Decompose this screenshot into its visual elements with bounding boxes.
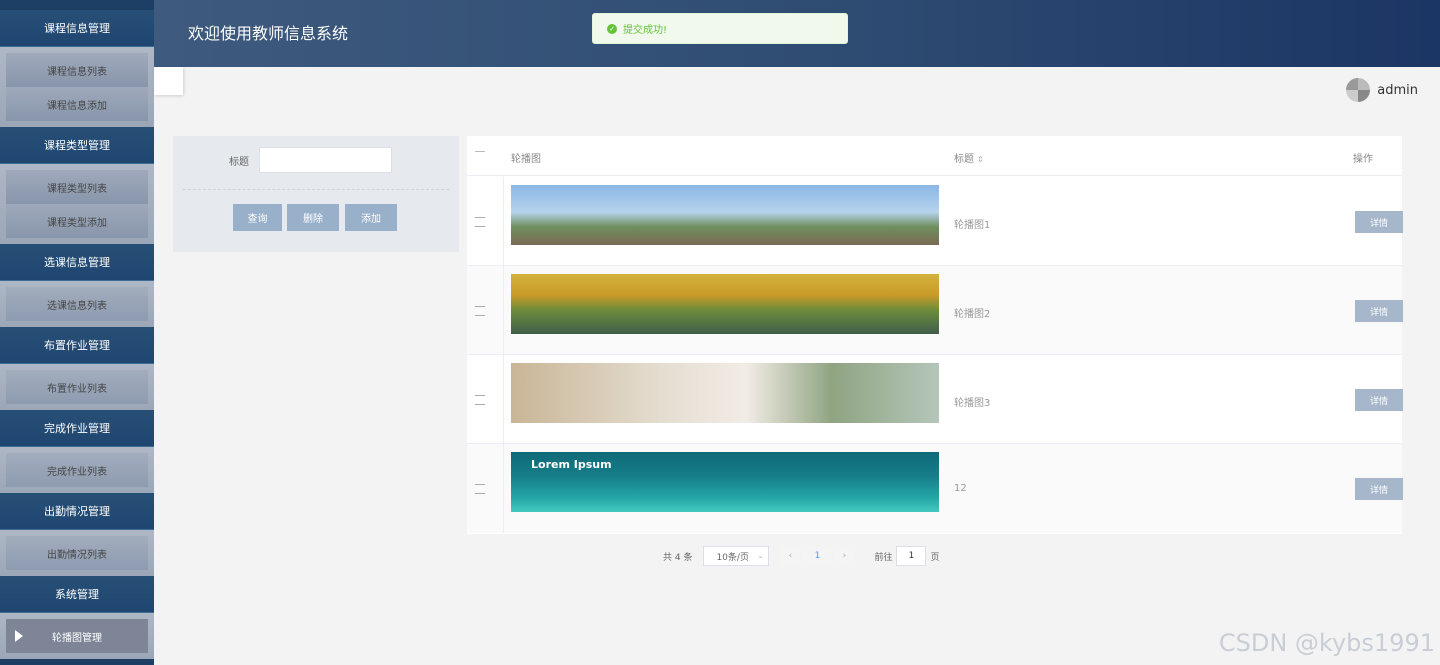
menu-header-homework-done[interactable]: 完成作业管理 [0,410,154,447]
page-size-value: 10条/页 [716,552,749,563]
menu-group-attendance: 出勤情况管理 出勤情况列表 [0,493,154,576]
sidebar-item-course-type-add[interactable]: 课程类型添加 [6,204,148,238]
table-row: 轮播图3 详情 [467,355,1403,444]
row-title: 轮播图3 [954,398,991,409]
total-count: 共 4 条 [663,552,693,563]
menu-group-course-info: 课程信息管理 课程信息列表 课程信息添加 [0,10,154,127]
menu-group-selection: 选课信息管理 选课信息列表 [0,244,154,327]
avatar [1346,78,1371,102]
active-arrow-icon [15,630,23,642]
row-check-cell [467,355,504,444]
add-button[interactable]: 添加 [345,204,397,231]
row-checkbox[interactable] [475,306,485,316]
query-button[interactable]: 查询 [233,204,282,231]
prev-page-button[interactable]: ‹ [780,546,801,566]
menu-group-system: 系统管理 轮播图管理 [0,576,154,659]
pagination: 共 4 条 10条/页 ⌄ ‹ 1 › 前往 1 页 [663,546,939,566]
banner-image [511,363,939,423]
collapse-corner[interactable] [154,67,183,95]
menu-header-course-type[interactable]: 课程类型管理 [0,127,154,164]
menu-group-course-type: 课程类型管理 课程类型列表 课程类型添加 [0,127,154,244]
username: admin [1377,82,1418,98]
submenu-course-info: 课程信息列表 课程信息添加 [0,47,154,127]
search-panel: 标题 查询 删除 添加 [173,136,459,252]
column-header-title[interactable]: 标题 ⇕ [954,150,984,165]
submenu-homework-done: 完成作业列表 [0,447,154,493]
sidebar-menu: 课程信息管理 课程信息列表 课程信息添加 课程类型管理 课程类型列表 课程类型添… [0,10,154,659]
column-header-title-label: 标题 [954,154,974,165]
banner-image [511,185,939,245]
table-row: 轮播图1 详情 [467,177,1403,266]
row-title: 轮播图1 [954,220,991,231]
submenu-attendance: 出勤情况列表 [0,530,154,576]
select-all-checkbox[interactable] [475,151,485,152]
sort-icon[interactable]: ⇕ [977,155,984,164]
detail-button[interactable]: 详情 [1355,389,1403,411]
submenu-homework-assign: 布置作业列表 [0,364,154,410]
column-header-action: 操作 [1353,154,1373,165]
sidebar: 课程信息管理 课程信息列表 课程信息添加 课程类型管理 课程类型列表 课程类型添… [0,0,154,665]
detail-button[interactable]: 详情 [1355,300,1403,322]
table-header: 轮播图 标题 ⇕ 操作 [467,136,1402,176]
watermark: CSDN @kybs1991 [1218,629,1435,657]
success-toast: ✓ 提交成功! [592,13,848,44]
menu-header-homework-assign[interactable]: 布置作业管理 [0,327,154,364]
menu-header-course-info[interactable]: 课程信息管理 [0,10,154,47]
banner-image: Lorem Ipsum [511,452,939,512]
sidebar-item-course-add[interactable]: 课程信息添加 [6,87,148,121]
page-suffix: 页 [930,552,940,563]
detail-button[interactable]: 详情 [1355,478,1403,500]
row-checkbox[interactable] [475,217,485,227]
user-menu[interactable]: admin [1346,78,1418,102]
row-title: 轮播图2 [954,309,991,320]
menu-header-attendance[interactable]: 出勤情况管理 [0,493,154,530]
sidebar-item-homework-assign-list[interactable]: 布置作业列表 [6,370,148,404]
page-size-select[interactable]: 10条/页 ⌄ [703,546,770,566]
row-check-cell [467,444,504,533]
sidebar-item-selection-list[interactable]: 选课信息列表 [6,287,148,321]
search-title-input[interactable] [259,147,392,173]
submenu-course-type: 课程类型列表 课程类型添加 [0,164,154,244]
divider [183,189,449,190]
goto-label: 前往 [874,552,893,563]
submenu-selection: 选课信息列表 [0,281,154,327]
menu-group-homework-assign: 布置作业管理 布置作业列表 [0,327,154,410]
search-title-label: 标题 [229,157,249,168]
row-checkbox[interactable] [475,395,485,405]
page-number[interactable]: 1 [802,546,833,566]
delete-button[interactable]: 删除 [287,204,339,231]
detail-button[interactable]: 详情 [1355,211,1403,233]
toast-message: 提交成功! [623,25,668,36]
banner-text: Lorem Ipsum [531,458,612,471]
row-check-cell [467,266,504,355]
submenu-system: 轮播图管理 [0,613,154,659]
row-title: 12 [954,483,967,494]
menu-header-system[interactable]: 系统管理 [0,576,154,613]
sidebar-item-course-type-list[interactable]: 课程类型列表 [6,170,148,204]
goto-page-input[interactable]: 1 [896,546,927,566]
sidebar-item-homework-done-list[interactable]: 完成作业列表 [6,453,148,487]
column-header-image: 轮播图 [511,154,541,165]
carousel-table: 轮播图 标题 ⇕ 操作 轮播图1 详情 轮播图2 详情 轮播图3 详情 Lorem… [467,136,1403,534]
check-circle-icon: ✓ [607,23,617,34]
top-header: 欢迎使用教师信息系统 ✓ 提交成功! [154,0,1440,67]
row-check-cell [467,177,504,266]
sidebar-item-attendance-list[interactable]: 出勤情况列表 [6,536,148,570]
table-row: Lorem Ipsum 12 详情 [467,444,1403,533]
next-page-button[interactable]: › [834,546,855,566]
menu-group-homework-done: 完成作业管理 完成作业列表 [0,410,154,493]
sidebar-item-course-list[interactable]: 课程信息列表 [6,53,148,87]
menu-header-selection[interactable]: 选课信息管理 [0,244,154,281]
page-title: 欢迎使用教师信息系统 [188,24,349,43]
banner-image [511,274,939,334]
row-checkbox[interactable] [475,484,485,494]
sidebar-item-carousel[interactable]: 轮播图管理 [6,619,148,653]
table-row: 轮播图2 详情 [467,266,1403,355]
chevron-down-icon: ⌄ [757,552,764,560]
sidebar-item-carousel-label: 轮播图管理 [52,632,102,644]
